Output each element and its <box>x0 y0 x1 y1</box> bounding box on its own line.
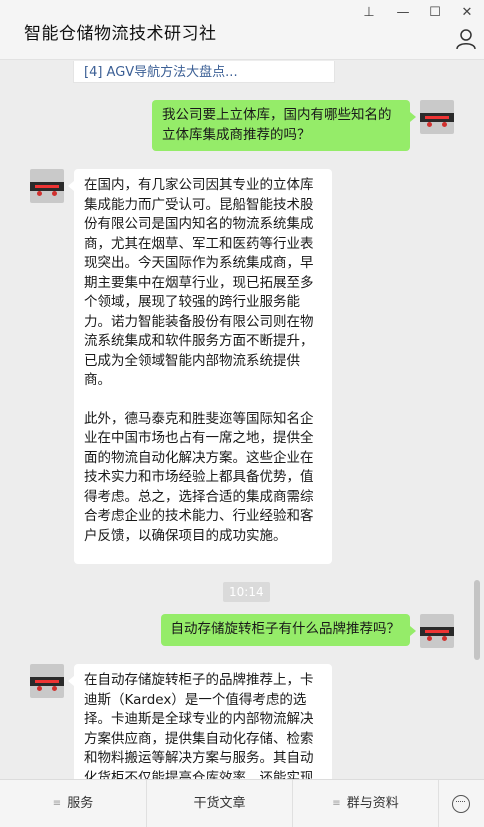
tab-label: 服务 <box>67 796 94 811</box>
tab-label: 群与资料 <box>346 796 399 811</box>
tab-services[interactable]: ≡ 服务 <box>0 780 147 827</box>
close-icon[interactable]: ✕ <box>454 3 480 23</box>
message-bubble-sent[interactable]: 我公司要上立体库，国内有哪些知名的 立体库集成商推荐的吗？ <box>152 100 416 151</box>
message-text: 我公司要上立体库，国内有哪些知名的 立体库集成商推荐的吗？ <box>162 107 392 143</box>
message-bubble-sent[interactable]: 自动存储旋转柜子有什么品牌推荐吗？ <box>160 614 416 646</box>
pin-icon[interactable]: ⊥ <box>356 3 382 23</box>
message-bubble-received[interactable]: 在自动存储旋转柜子的品牌推荐上，卡 迪斯（Kardex）是一个值得考虑的选 择。… <box>68 664 332 779</box>
title-bar: 智能仓储物流技术研习社 ⊥ — ☐ ✕ <box>0 0 484 60</box>
menu-icon: ≡ <box>332 798 341 809</box>
keyboard-toggle-button[interactable] <box>439 780 484 827</box>
menu-bar: ≡ 服务 干货文章 ≡ 群与资料 <box>0 779 484 827</box>
chat-title: 智能仓储物流技术研习社 <box>24 24 217 44</box>
minimize-icon[interactable]: — <box>390 3 416 23</box>
chat-scrollbar[interactable] <box>474 580 480 660</box>
message-text: 在自动存储旋转柜子的品牌推荐上，卡 迪斯（Kardex）是一个值得考虑的选 择。… <box>84 672 314 779</box>
message-text: 在国内，有几家公司因其专业的立体库 集成能力而广受认可。昆船智能技术股 份有限公… <box>84 177 314 388</box>
person-icon[interactable] <box>455 28 477 50</box>
reference-card[interactable]: [4] AGV导航方法大盘点... <box>73 61 335 83</box>
avatar[interactable] <box>420 100 454 134</box>
maximize-icon[interactable]: ☐ <box>422 3 448 23</box>
reference-link[interactable]: [4] AGV导航方法大盘点... <box>84 61 238 80</box>
tab-groups[interactable]: ≡ 群与资料 <box>293 780 439 827</box>
tab-label: 干货文章 <box>193 796 246 811</box>
keyboard-toggle-icon <box>452 795 470 813</box>
menu-icon: ≡ <box>52 798 62 809</box>
chat-area[interactable]: [4] AGV导航方法大盘点... 我公司要上立体库，国内有哪些知名的 立体库集… <box>0 61 484 779</box>
message-bubble-received[interactable]: 在国内，有几家公司因其专业的立体库 集成能力而广受认可。昆船智能技术股 份有限公… <box>68 169 332 564</box>
message-text: 此外，德马泰克和胜斐迩等国际知名企 业在中国市场也占有一席之地，提供全 面的物流… <box>84 410 314 544</box>
avatar[interactable] <box>30 664 64 698</box>
message-timestamp: 10:14 <box>223 582 270 602</box>
avatar[interactable] <box>420 614 454 648</box>
message-text: 自动存储旋转柜子有什么品牌推荐吗？ <box>170 621 401 637</box>
avatar[interactable] <box>30 169 64 203</box>
tab-articles[interactable]: 干货文章 <box>147 780 293 827</box>
